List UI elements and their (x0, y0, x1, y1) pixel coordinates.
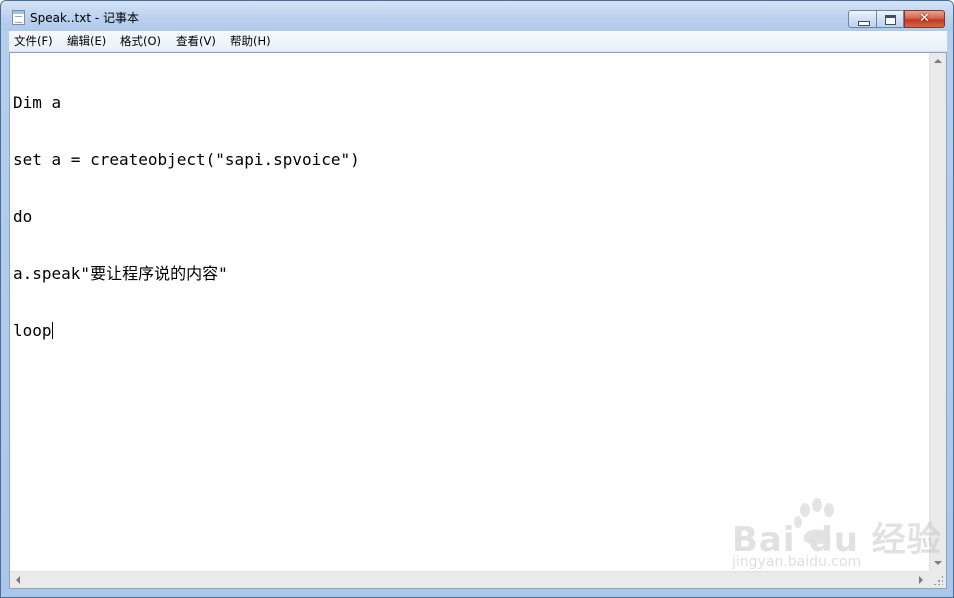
maximize-button[interactable] (877, 10, 904, 28)
close-icon: ✕ (919, 11, 930, 26)
scroll-right-icon[interactable] (919, 576, 923, 584)
text-line: set a = createobject("sapi.spvoice") (13, 150, 360, 169)
text-editor[interactable]: Dim a set a = createobject("sapi.spvoice… (9, 52, 947, 589)
scroll-down-icon[interactable] (934, 561, 942, 565)
close-button[interactable]: ✕ (904, 10, 945, 28)
text-content[interactable]: Dim a set a = createobject("sapi.spvoice… (13, 55, 928, 569)
menu-edit[interactable]: 编辑(E) (65, 33, 108, 49)
menu-view[interactable]: 查看(V) (174, 33, 218, 49)
text-line: a.speak"要让程序说的内容" (13, 264, 228, 283)
maximize-icon (885, 15, 896, 25)
resize-grip-icon[interactable] (933, 575, 943, 585)
minimize-icon (858, 21, 870, 26)
resize-corner[interactable] (929, 571, 946, 588)
text-caret (51, 322, 53, 339)
minimize-button[interactable] (848, 10, 877, 28)
scroll-left-icon[interactable] (16, 576, 20, 584)
menu-format[interactable]: 格式(O) (118, 33, 163, 49)
menu-bar: 文件(F) 编辑(E) 格式(O) 查看(V) 帮助(H) (9, 31, 947, 52)
scroll-up-icon[interactable] (934, 59, 942, 63)
window-title: Speak..txt - 记事本 (30, 11, 140, 25)
text-line: loop (13, 321, 52, 340)
notepad-window: Speak..txt - 记事本 ✕ 文件(F) 编辑(E) 格式(O) 查看(… (0, 0, 954, 598)
text-line: do (13, 207, 33, 226)
vertical-scrollbar[interactable] (929, 53, 946, 571)
text-line-caret-row: loop (13, 321, 928, 340)
notepad-icon[interactable] (12, 10, 25, 25)
text-line: Dim a (13, 93, 62, 112)
menu-help[interactable]: 帮助(H) (228, 33, 273, 49)
title-bar[interactable]: Speak..txt - 记事本 ✕ (1, 1, 953, 31)
menu-file[interactable]: 文件(F) (12, 33, 55, 49)
horizontal-scrollbar[interactable] (10, 571, 929, 588)
